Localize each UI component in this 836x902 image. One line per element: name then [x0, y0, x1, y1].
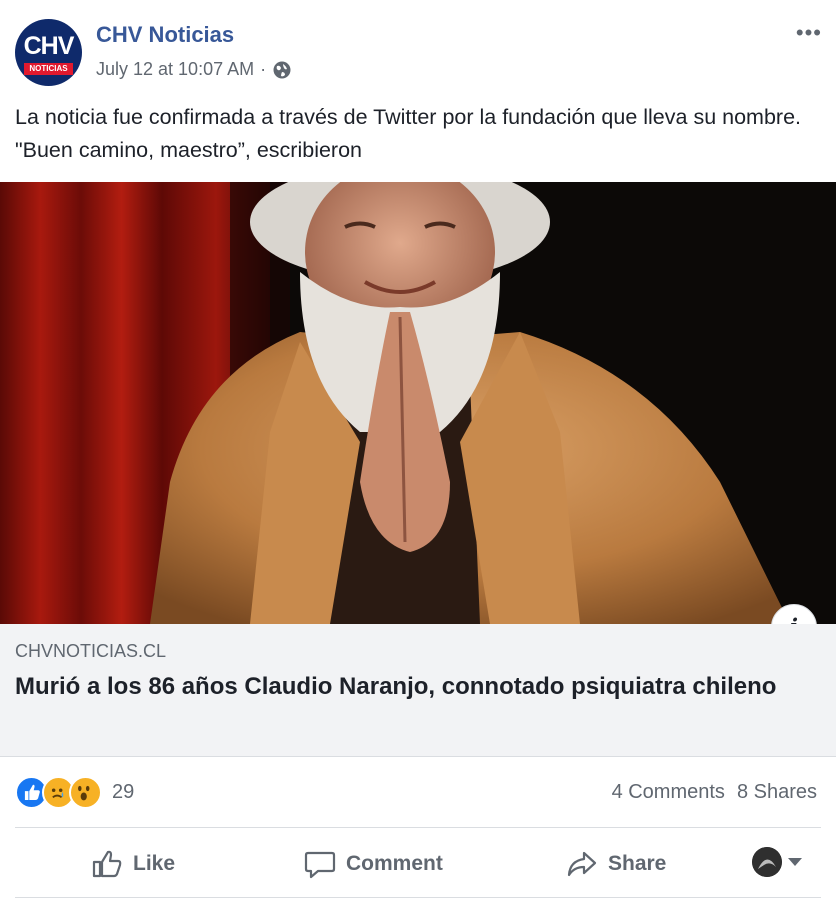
thumbs-up-icon [92, 850, 122, 878]
link-preview-box[interactable]: CHVNOTICIAS.CL Murió a los 86 años Claud… [0, 624, 836, 757]
like-button[interactable]: Like [91, 844, 175, 884]
post-meta: July 12 at 10:07 AM · [96, 59, 292, 80]
divider [15, 827, 821, 828]
share-icon [567, 851, 597, 877]
share-button[interactable]: Share [566, 844, 666, 884]
post-timestamp[interactable]: July 12 at 10:07 AM [96, 59, 254, 80]
comment-button[interactable]: Comment [304, 844, 443, 884]
link-domain: CHVNOTICIAS.CL [15, 641, 167, 661]
reactions-summary[interactable]: 29 [15, 776, 134, 809]
shares-count-link[interactable]: 8 Shares [737, 781, 817, 804]
share-label: Share [608, 852, 667, 875]
comments-count-link[interactable]: 4 Comments [612, 781, 725, 804]
chevron-down-icon [788, 858, 802, 866]
divider-bottom [15, 897, 821, 898]
like-label: Like [133, 852, 176, 875]
page-avatar[interactable]: CHV NOTICIAS [15, 19, 82, 86]
facebook-post: CHV NOTICIAS CHV Noticias July 12 at 10:… [0, 0, 836, 902]
link-preview-image[interactable] [0, 182, 836, 624]
portrait-photo [0, 182, 836, 624]
audience-selector[interactable] [752, 847, 802, 877]
avatar-logo-sub: NOTICIAS [24, 63, 73, 75]
post-text: La noticia fue confirmada a través de Tw… [15, 105, 801, 162]
wow-reaction-icon [69, 776, 102, 809]
comment-icon [304, 851, 336, 879]
reaction-count: 29 [112, 781, 135, 803]
link-title[interactable]: Murió a los 86 años Claudio Naranjo, con… [15, 670, 805, 703]
user-avatar [752, 847, 782, 877]
engagement-counts: 4 Comments 8 Shares [612, 781, 817, 804]
comment-label: Comment [346, 852, 443, 875]
avatar-logo-mark: CHV [23, 32, 75, 60]
more-options-button[interactable]: ••• [796, 20, 822, 46]
globe-icon[interactable] [272, 60, 292, 80]
meta-separator: · [260, 59, 267, 79]
page-name-link[interactable]: CHV Noticias [96, 22, 234, 48]
